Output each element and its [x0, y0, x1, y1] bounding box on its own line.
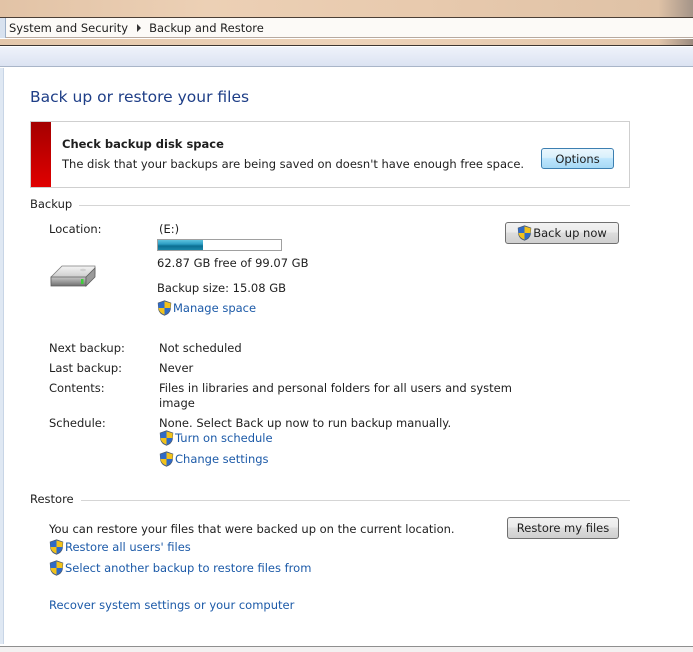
free-space-text: 62.87 GB free of 99.07 GB	[157, 256, 309, 270]
disk-usage-fill	[158, 240, 203, 250]
alert-title: Check backup disk space	[62, 137, 224, 151]
location-value: (E:)	[159, 222, 180, 236]
window-bottom-edge	[0, 646, 693, 652]
contents-value-line2: image	[159, 396, 195, 410]
backup-size-text: Backup size: 15.08 GB	[157, 281, 287, 295]
last-backup-label: Last backup:	[49, 361, 123, 375]
options-button[interactable]: Options	[541, 148, 614, 169]
next-backup-value: Not scheduled	[159, 341, 242, 355]
last-backup-value: Never	[159, 361, 194, 375]
contents-label: Contents:	[49, 381, 105, 395]
schedule-value: None. Select Back up now to run backup m…	[159, 416, 452, 430]
uac-shield-icon	[159, 430, 174, 446]
contents-value-line1: Files in libraries and personal folders …	[159, 381, 512, 395]
select-another-backup-link[interactable]: Select another backup to restore files f…	[49, 560, 311, 576]
disk-usage-bar	[157, 239, 282, 251]
uac-shield-icon	[517, 225, 532, 241]
restore-section-header: Restore	[30, 492, 630, 506]
address-bar[interactable]: System and Security Backup and Restore	[0, 17, 693, 38]
uac-shield-icon	[159, 451, 174, 467]
backup-section-label: Backup	[30, 197, 73, 211]
schedule-label: Schedule:	[49, 416, 106, 430]
uac-shield-icon	[49, 539, 64, 555]
page-title: Back up or restore your files	[30, 88, 250, 106]
restore-all-users-link[interactable]: Restore all users' files	[49, 539, 191, 555]
alert-message: The disk that your backups are being sav…	[62, 157, 525, 171]
restore-description: You can restore your files that were bac…	[49, 522, 455, 536]
hard-drive-icon	[50, 265, 96, 287]
disk-space-alert: Check backup disk space The disk that yo…	[30, 121, 630, 188]
back-up-now-button[interactable]: Back up now	[505, 222, 619, 244]
window-frame-strip	[0, 39, 693, 46]
manage-space-link-label[interactable]: Manage space	[173, 301, 256, 315]
restore-my-files-button[interactable]: Restore my files	[507, 517, 619, 539]
uac-shield-icon	[157, 300, 172, 316]
backup-section-header: Backup	[30, 197, 630, 211]
change-settings-label[interactable]: Change settings	[175, 452, 269, 466]
window-title-area	[0, 0, 693, 18]
breadcrumb-system-and-security[interactable]: System and Security	[6, 21, 131, 35]
uac-shield-icon	[49, 560, 64, 576]
restore-all-users-label[interactable]: Restore all users' files	[65, 540, 191, 554]
section-divider	[80, 499, 630, 501]
restore-section-label: Restore	[30, 492, 74, 506]
next-backup-label: Next backup:	[49, 341, 125, 355]
location-label: Location:	[49, 222, 102, 236]
change-settings-link[interactable]: Change settings	[159, 451, 269, 467]
manage-space-link[interactable]: Manage space	[157, 300, 256, 316]
alert-severity-stripe	[31, 122, 51, 187]
turn-on-schedule-label[interactable]: Turn on schedule	[175, 431, 273, 445]
breadcrumb-chevron-icon[interactable]	[137, 23, 142, 32]
navigation-pane-edge	[0, 68, 4, 644]
back-up-now-label[interactable]: Back up now	[533, 226, 607, 240]
section-divider	[79, 204, 630, 206]
recover-system-link[interactable]: Recover system settings or your computer	[49, 598, 294, 612]
breadcrumb-backup-and-restore[interactable]: Backup and Restore	[146, 21, 267, 35]
select-another-backup-label[interactable]: Select another backup to restore files f…	[65, 561, 311, 575]
command-bar	[0, 47, 693, 67]
turn-on-schedule-link[interactable]: Turn on schedule	[159, 430, 273, 446]
